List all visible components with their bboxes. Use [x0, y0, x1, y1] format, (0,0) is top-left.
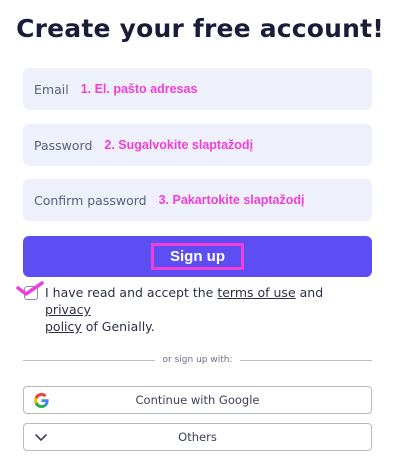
privacy-policy-link-part2[interactable]: policy — [45, 319, 82, 334]
divider-line-right — [240, 359, 373, 361]
or-divider: or sign up with: — [23, 352, 373, 368]
password-field[interactable]: Password 2. Sugalvokite slaptažodį — [23, 124, 372, 166]
email-field[interactable]: Email 1. El. pašto adresas — [23, 68, 372, 110]
confirm-password-annotation: 3. Pakartokite slaptažodį — [158, 193, 305, 207]
google-icon — [34, 393, 49, 408]
terms-text: I have read and accept the terms of use … — [45, 284, 365, 335]
others-button-label: Others — [178, 430, 217, 444]
divider-text: or sign up with: — [162, 355, 233, 365]
chevron-down-icon — [35, 434, 47, 441]
sign-up-label: Sign up — [151, 243, 244, 270]
email-annotation: 1. El. pašto adresas — [80, 82, 198, 96]
others-button[interactable]: Others — [23, 423, 372, 451]
terms-prefix: I have read and accept the — [45, 285, 218, 300]
confirm-password-placeholder: Confirm password — [34, 192, 147, 208]
password-placeholder: Password — [34, 137, 93, 153]
google-button-label: Continue with Google — [135, 393, 260, 407]
confirm-password-field[interactable]: Confirm password 3. Pakartokite slaptažo… — [23, 179, 372, 221]
password-annotation: 2. Sugalvokite slaptažodį — [104, 138, 254, 152]
terms-of-use-link[interactable]: terms of use — [217, 285, 295, 300]
divider-line-left — [23, 359, 155, 361]
sign-up-button[interactable]: Sign up — [23, 236, 372, 277]
checkmark-icon — [16, 281, 44, 296]
continue-with-google-button[interactable]: Continue with Google — [23, 386, 372, 414]
privacy-policy-link-part1[interactable]: privacy — [45, 302, 91, 317]
terms-suffix: of Genially. — [81, 319, 155, 334]
terms-middle: and — [295, 285, 324, 300]
page-title: Create your free account! — [16, 14, 384, 43]
email-placeholder: Email — [34, 81, 69, 97]
